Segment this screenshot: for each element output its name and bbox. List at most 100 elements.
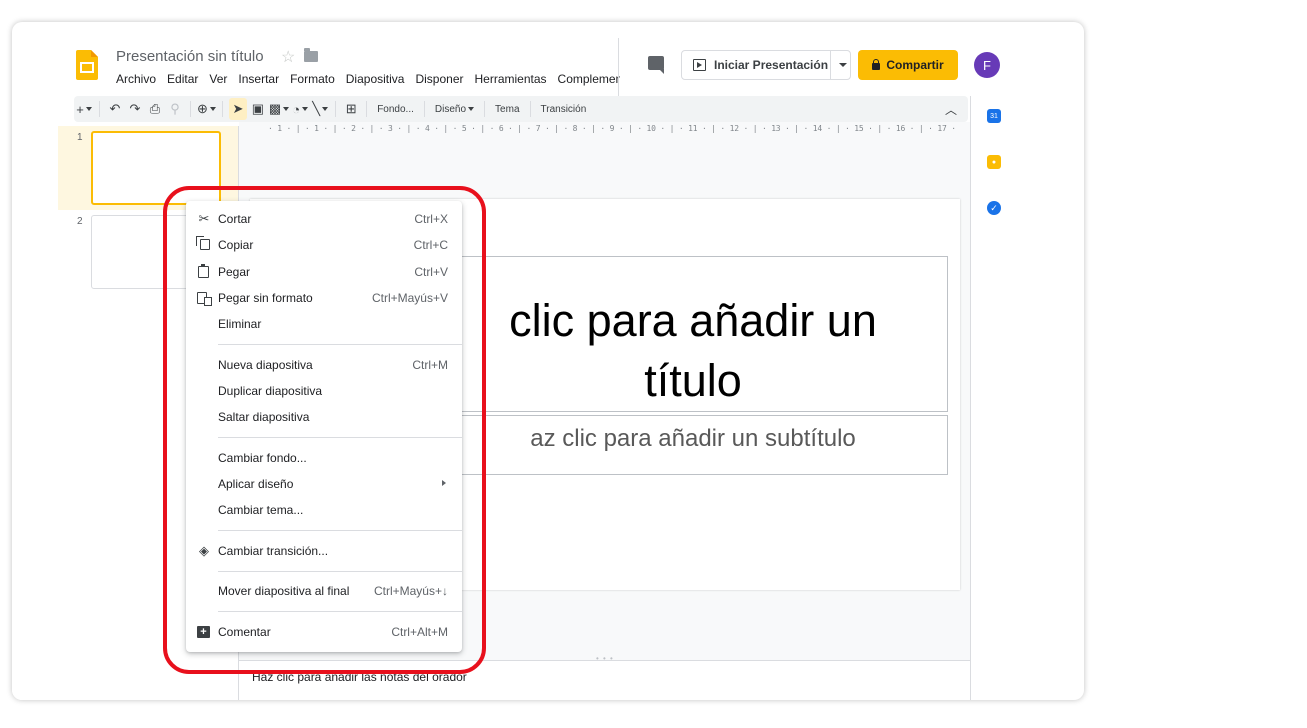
shape-icon[interactable]: ◔ [291, 98, 309, 120]
menu-item-label: Copiar [218, 238, 254, 252]
menu-item-pegar[interactable]: Pegar Ctrl+V [186, 259, 462, 285]
undo-icon[interactable]: ↶ [106, 98, 124, 120]
menu-formato[interactable]: Formato [290, 72, 335, 86]
clipboard-icon [197, 264, 211, 279]
menu-divider [218, 611, 462, 612]
toolbar-divider [190, 101, 191, 117]
calendar-icon[interactable]: 31 [987, 109, 1001, 123]
menu-disponer[interactable]: Disponer [415, 72, 463, 86]
scissors-icon: ✂ [198, 211, 210, 226]
menu-diapositiva[interactable]: Diapositiva [346, 72, 405, 86]
collapse-toolbar-icon[interactable]: ︿ [942, 98, 960, 120]
avatar[interactable]: F [974, 52, 1000, 78]
text-box-icon[interactable]: ▣ [249, 98, 267, 120]
menu-ver[interactable]: Ver [209, 72, 227, 86]
slides-logo-icon[interactable] [76, 50, 98, 80]
layout-button[interactable]: Diseño [431, 98, 478, 120]
slide-thumbnail-1[interactable] [91, 131, 221, 205]
share-button[interactable]: Compartir [858, 50, 958, 80]
subtitle-placeholder[interactable]: az clic para añadir un subtítulo [428, 425, 958, 453]
zoom-icon[interactable]: ⊕ [197, 98, 216, 120]
menu-item-duplicar-diapositiva[interactable]: Duplicar diapositiva [186, 378, 462, 404]
toolbar-divider [221, 101, 223, 117]
menu-item-label: Pegar sin formato [218, 291, 313, 305]
document-title[interactable]: Presentación sin título [116, 48, 264, 65]
menu-item-label: Pegar [218, 265, 251, 279]
tasks-icon[interactable]: ✓ [987, 201, 1001, 215]
line-icon[interactable]: ╲ [311, 98, 329, 120]
paint-format-icon[interactable]: ⚲ [166, 98, 184, 120]
theme-button[interactable]: Tema [491, 98, 523, 120]
layout-dropdown-icon [468, 107, 475, 111]
print-icon[interactable]: ⎙ [146, 98, 164, 120]
menu-item-eliminar[interactable]: Eliminar [186, 311, 462, 337]
transition-button[interactable]: Transición [537, 98, 591, 120]
toolbar-divider [335, 101, 337, 117]
menu-item-shortcut: Ctrl+V [414, 265, 448, 279]
menu-item-label: Saltar diapositiva [218, 410, 310, 424]
present-label: Iniciar Presentación [714, 58, 829, 72]
menu-item-cambiar-transicion[interactable]: ◈ Cambiar transición... [186, 538, 462, 564]
menu-item-saltar-diapositiva[interactable]: Saltar diapositiva [186, 404, 462, 430]
background-button[interactable]: Fondo... [373, 98, 418, 120]
menu-editar[interactable]: Editar [167, 72, 198, 86]
toolbar-divider [484, 101, 486, 117]
menu-item-label: Nueva diapositiva [218, 358, 313, 372]
menu-item-cambiar-tema[interactable]: Cambiar tema... [186, 497, 462, 523]
slide-number: 2 [77, 216, 83, 227]
menu-item-label: Duplicar diapositiva [218, 384, 323, 398]
copy-icon [196, 236, 211, 252]
present-split-divider [830, 51, 831, 79]
menu-item-comentar[interactable]: + Comentar Ctrl+Alt+M [186, 619, 462, 645]
present-dropdown-icon[interactable] [839, 63, 847, 67]
slide-number: 1 [77, 132, 83, 143]
menu-item-cortar[interactable]: ✂ Cortar Ctrl+X [186, 206, 462, 232]
menu-item-label: Comentar [218, 625, 271, 639]
paste-plain-icon [197, 291, 212, 306]
comments-icon[interactable] [648, 56, 664, 74]
menu-item-label: Aplicar diseño [218, 477, 294, 491]
new-slide-icon[interactable]: + [75, 98, 93, 120]
menu-item-cambiar-fondo[interactable]: Cambiar fondo... [186, 445, 462, 471]
header-divider [618, 38, 619, 98]
folder-icon[interactable] [304, 48, 318, 62]
toolbar-divider [366, 101, 368, 117]
select-cursor-icon[interactable]: ➤ [228, 98, 247, 120]
menu-divider [218, 437, 462, 438]
star-icon[interactable]: ☆ [281, 47, 295, 67]
slides-app: Presentación sin título ☆ Archivo Editar… [12, 22, 1016, 700]
side-panel-divider [970, 96, 971, 700]
toolbar-divider [529, 101, 531, 117]
title-line-2: título [644, 355, 742, 406]
menu-item-nueva-diapositiva[interactable]: Nueva diapositiva Ctrl+M [186, 352, 462, 378]
screenshot-frame: Presentación sin título ☆ Archivo Editar… [12, 22, 1084, 700]
present-icon [693, 59, 706, 71]
menu-item-shortcut: Ctrl+C [413, 238, 448, 252]
menu-herramientas[interactable]: Herramientas [475, 72, 547, 86]
menu-item-shortcut: Ctrl+M [412, 358, 448, 372]
menu-complementos[interactable]: Complemen [558, 72, 620, 86]
menu-item-label: Eliminar [218, 317, 262, 331]
image-icon[interactable]: ▩ [269, 98, 290, 120]
menu-item-label: Mover diapositiva al final [218, 584, 350, 598]
menu-insertar[interactable]: Insertar [238, 72, 279, 86]
menu-item-label: Cortar [218, 212, 252, 226]
share-label: Compartir [886, 58, 944, 72]
horizontal-ruler: · 1 · | · 1 · | · 2 · | · 3 · | · 4 · | … [268, 124, 958, 133]
notes-resize-handle[interactable]: • • • [596, 654, 614, 663]
present-button[interactable]: Iniciar Presentación [681, 50, 851, 80]
redo-icon[interactable]: ↷ [126, 98, 144, 120]
menu-item-mover-al-final[interactable]: Mover diapositiva al final Ctrl+Mayús+↓ [186, 578, 462, 604]
menu-item-shortcut: Ctrl+Mayús+↓ [373, 584, 448, 598]
title-placeholder[interactable]: clic para añadir un título [428, 291, 958, 411]
menu-item-aplicar-diseno[interactable]: Aplicar diseño [186, 471, 462, 497]
speaker-notes[interactable]: Haz clic para añadir las notas del orado… [252, 670, 467, 684]
notes-divider [239, 660, 970, 661]
menu-item-copiar[interactable]: Copiar Ctrl+C [186, 232, 462, 258]
menu-item-shortcut: Ctrl+Mayús+V [371, 291, 448, 305]
menu-item-pegar-sin-formato[interactable]: Pegar sin formato Ctrl+Mayús+V [186, 285, 462, 311]
keep-icon[interactable]: ● [987, 155, 1001, 169]
menu-archivo[interactable]: Archivo [116, 72, 156, 86]
add-comment-icon[interactable]: ⊞ [342, 98, 360, 120]
menu-item-label: Cambiar fondo... [218, 451, 307, 465]
